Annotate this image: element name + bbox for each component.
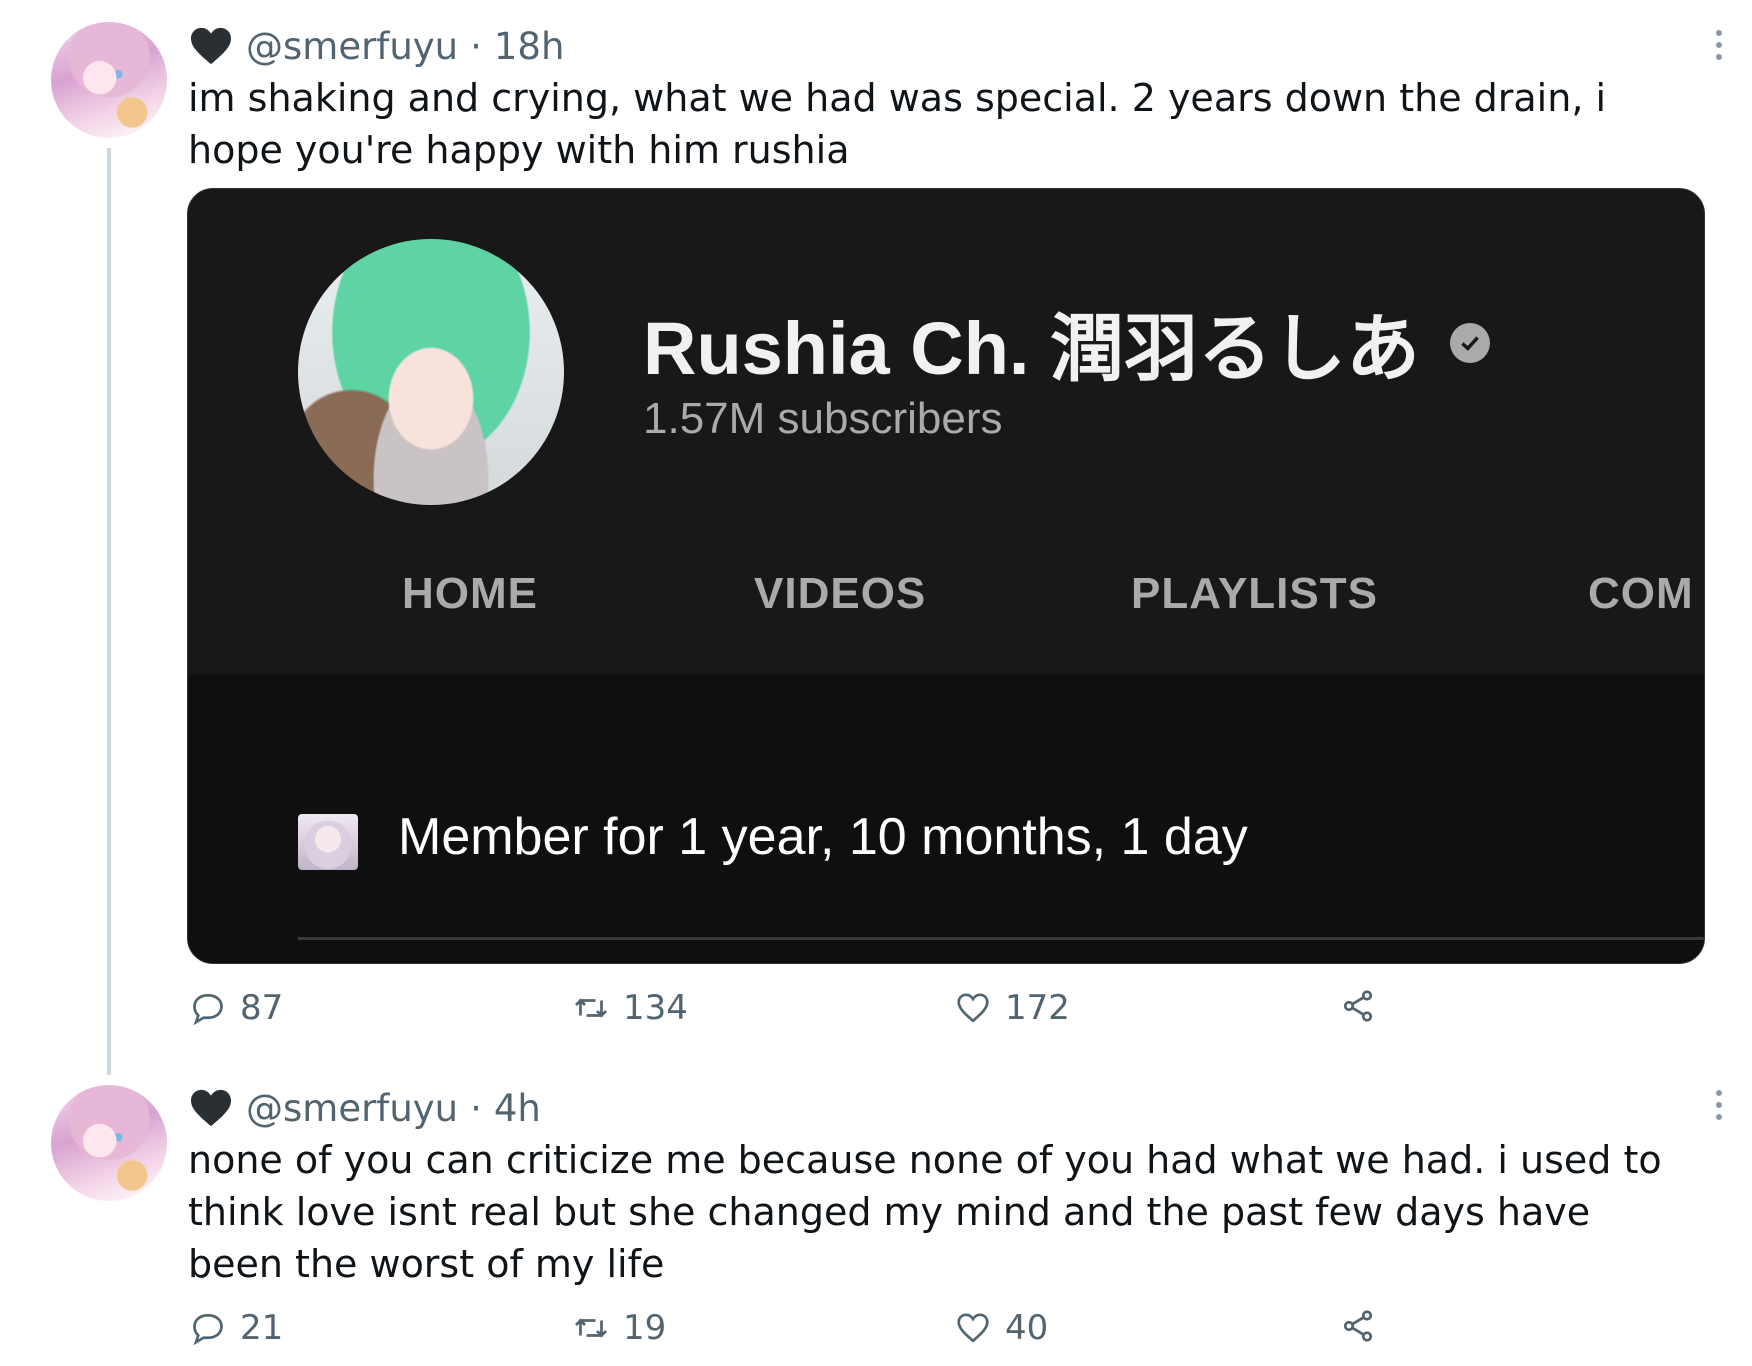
channel-title: Rushia Ch. 潤羽るしあ: [643, 289, 1491, 396]
tab-playlists: PLAYLISTS: [1131, 569, 1378, 618]
tab-community: COM: [1588, 569, 1694, 618]
share-icon: [1343, 990, 1373, 1022]
avatar[interactable]: [51, 1085, 167, 1201]
retweet-icon: [575, 1318, 607, 1338]
black-heart-icon: [191, 1089, 231, 1127]
reply-icon: [193, 993, 223, 1026]
retweet-button[interactable]: 19: [573, 1308, 666, 1348]
attached-image[interactable]: Rushia Ch. 潤羽るしあ 1.57M subscribers HOME …: [187, 188, 1705, 964]
reply-button[interactable]: 21: [190, 1308, 283, 1348]
tweet-text: im shaking and crying, what we had was s…: [188, 76, 1607, 172]
retweet-icon: [575, 998, 607, 1018]
channel-avatar: [298, 239, 564, 505]
share-button[interactable]: [1340, 988, 1376, 1024]
retweet-count: 19: [623, 1308, 667, 1348]
separator: ·: [470, 24, 482, 68]
separator: ·: [470, 1086, 482, 1130]
reply-button[interactable]: 87: [190, 988, 283, 1028]
verified-check-icon: [1450, 322, 1491, 363]
share-icon: [1343, 1310, 1373, 1342]
tab-videos: VIDEOS: [754, 569, 927, 618]
user-handle[interactable]: @smerfuyu: [246, 25, 458, 68]
channel-name: Rushia Ch. 潤羽るしあ: [643, 307, 1421, 390]
reply-count: 21: [240, 1308, 284, 1348]
heart-icon: [957, 993, 989, 1023]
like-count: 40: [1005, 1308, 1049, 1348]
membership-duration: Member for 1 year, 10 months, 1 day: [398, 808, 1248, 866]
member-badge-icon: [298, 814, 358, 870]
tweet-actions: 21 19 40: [190, 1308, 1390, 1358]
reply-icon: [193, 1313, 223, 1346]
like-button[interactable]: 40: [955, 1308, 1048, 1348]
share-button[interactable]: [1340, 1308, 1376, 1344]
divider: [298, 937, 1704, 940]
tweet[interactable]: @smerfuyu · 4h none of you can criticize…: [0, 1060, 1752, 1366]
more-options-icon[interactable]: [1714, 1090, 1724, 1124]
retweet-count: 134: [623, 988, 688, 1028]
tweet-header: @smerfuyu · 18h: [188, 22, 564, 70]
tweet-header: @smerfuyu · 4h: [188, 1084, 541, 1132]
heart-icon: [957, 1313, 989, 1343]
more-options-icon[interactable]: [1714, 30, 1724, 64]
channel-tabs: HOME VIDEOS PLAYLISTS COM: [188, 569, 1704, 649]
thread-line: [107, 148, 111, 1075]
subscriber-count: 1.57M subscribers: [643, 394, 1003, 443]
user-handle[interactable]: @smerfuyu: [246, 1087, 458, 1130]
reply-count: 87: [240, 988, 284, 1028]
like-count: 172: [1005, 988, 1070, 1028]
black-heart-icon: [191, 27, 231, 65]
tweet-text: none of you can criticize me because non…: [188, 1138, 1662, 1286]
like-button[interactable]: 172: [955, 988, 1070, 1028]
tweet[interactable]: @smerfuyu · 18h im shaking and crying, w…: [0, 0, 1752, 1075]
timestamp[interactable]: 4h: [494, 1087, 541, 1130]
tab-home: HOME: [402, 569, 538, 618]
avatar[interactable]: [51, 22, 167, 138]
timestamp[interactable]: 18h: [494, 25, 565, 68]
tweet-actions: 87 134 172: [190, 988, 1390, 1038]
retweet-button[interactable]: 134: [573, 988, 688, 1028]
